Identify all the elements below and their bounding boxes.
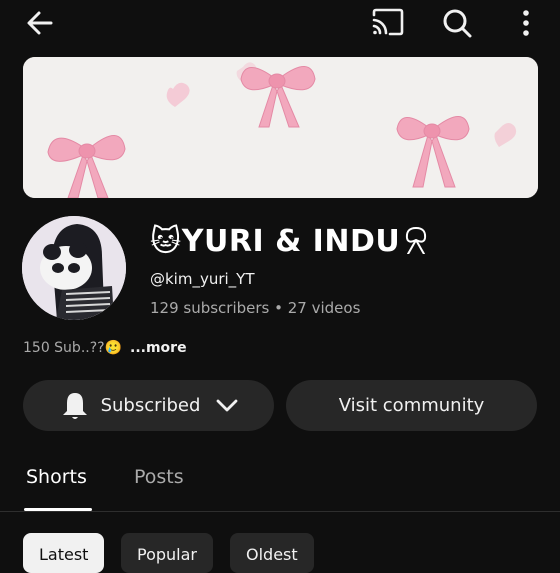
tab-posts[interactable]: Posts [134, 466, 184, 488]
channel-stats: 129 subscribers • 27 videos [150, 299, 361, 317]
visit-community-label: Visit community [338, 395, 485, 416]
top-app-bar [0, 0, 560, 46]
active-tab-indicator [24, 508, 92, 511]
visit-community-button[interactable]: Visit community [286, 380, 537, 431]
channel-handle: @kim_yuri_YT [150, 270, 255, 288]
chip-popular[interactable]: Popular [121, 533, 213, 573]
channel-title: 🐱YURI & INDU [150, 224, 430, 259]
channel-name: YURI & INDU [181, 224, 401, 259]
chevron-down-icon [217, 399, 238, 411]
bow-pattern-image [23, 57, 538, 198]
search-icon[interactable] [441, 7, 473, 39]
cat-emoji-icon: 🐱 [150, 224, 182, 259]
channel-tabs: Shorts Posts [0, 455, 560, 512]
more-vertical-icon[interactable] [520, 9, 532, 37]
cast-icon[interactable] [371, 8, 405, 36]
channel-avatar[interactable] [22, 216, 126, 320]
subscribed-button[interactable]: Subscribed [23, 380, 274, 431]
ribbon-icon [406, 227, 427, 255]
chip-latest[interactable]: Latest [23, 533, 105, 573]
description-text: 150 Sub..??🥲 [23, 340, 123, 356]
bell-icon [62, 392, 87, 419]
tab-shorts[interactable]: Shorts [26, 466, 87, 488]
channel-banner [23, 57, 538, 198]
subscribed-label: Subscribed [100, 395, 201, 416]
more-link[interactable]: ...more [130, 340, 187, 356]
avatar-image [22, 216, 126, 320]
channel-description[interactable]: 150 Sub..??🥲 ...more [23, 340, 187, 356]
chip-oldest[interactable]: Oldest [230, 533, 314, 573]
arrow-left-icon[interactable] [24, 8, 56, 38]
